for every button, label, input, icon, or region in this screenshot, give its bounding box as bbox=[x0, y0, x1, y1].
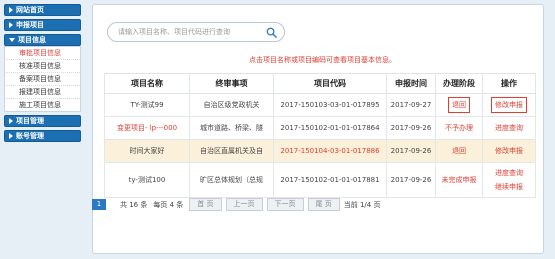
search-icon[interactable] bbox=[266, 27, 277, 38]
progress-query-link[interactable]: 进度查询 bbox=[495, 124, 523, 132]
sidebar-item-approval-info[interactable]: 审批项目信息 bbox=[5, 47, 80, 60]
table-row: 变更项目- lp---000 城市道路、桥梁、隧 2017-150102-01-… bbox=[104, 116, 536, 140]
progress-query-link[interactable]: 进度查询 bbox=[485, 166, 533, 180]
next-page-button[interactable]: 下一页 bbox=[266, 198, 304, 211]
nav-group-label: 项目信息 bbox=[18, 36, 46, 44]
nav-group-label: 网站首页 bbox=[16, 6, 44, 14]
project-code-text: 2017-150104-03-01-017886 bbox=[280, 147, 380, 155]
date-cell: 2017-09-27 bbox=[386, 93, 436, 117]
matter-cell: 旷区总体规划（总规 bbox=[189, 162, 274, 198]
expand-arrow-icon bbox=[9, 133, 13, 139]
per-page-count: 每页 4 条 bbox=[153, 200, 184, 209]
project-code-link[interactable]: 2017-150102-01-01-017864 bbox=[273, 116, 387, 140]
stage-badge: 退回 bbox=[448, 97, 470, 113]
matter-cell: 自治区直属机关及自 bbox=[189, 139, 274, 163]
nav-group-label: 账号管理 bbox=[16, 132, 44, 140]
project-code-link[interactable]: 2017-150103-03-01-017895 bbox=[273, 93, 387, 117]
page-position: 当前 1/4 页 bbox=[343, 200, 381, 209]
main-panel: 点击项目名称或项目编码可查看项目基本信息。 项目名称 终审事项 项目代码 申报时… bbox=[92, 4, 544, 254]
sidebar-item-construction-permit-info[interactable]: 报建项目信息 bbox=[5, 86, 80, 99]
stage-text: 退回 bbox=[452, 147, 466, 155]
expand-arrow-icon bbox=[9, 22, 13, 28]
actions-cell: 进度查询 继续申报 bbox=[482, 162, 536, 198]
column-header: 申报时间 bbox=[386, 73, 436, 94]
nav-group-label: 申报项目 bbox=[16, 21, 44, 29]
column-header: 终审事项 bbox=[189, 73, 274, 94]
stage-cell: 退回 bbox=[435, 139, 483, 163]
table-row: TY-测试99 自治区级党政机关 2017-150103-03-01-01789… bbox=[104, 93, 536, 117]
sidebar: 网站首页 申报项目 项目信息 审批项目信息 核准项目信息 备案项目信息 报建项目… bbox=[4, 4, 81, 145]
stage-text: 不予办理 bbox=[445, 124, 473, 132]
table-row: 时间大家好 自治区直属机关及自 2017-150104-03-01-017886… bbox=[104, 139, 536, 163]
date-cell: 2017-09-26 bbox=[386, 139, 436, 163]
nav-group-account-management[interactable]: 账号管理 bbox=[4, 130, 81, 142]
project-name-text: 变更项目- lp---000 bbox=[116, 124, 178, 132]
expand-arrow-icon bbox=[9, 118, 13, 124]
modify-submission-link[interactable]: 修改申报 bbox=[491, 97, 527, 113]
table-header-row: 项目名称 终审事项 项目代码 申报时间 办理阶段 操作 bbox=[104, 73, 536, 94]
project-info-submenu: 审批项目信息 核准项目信息 备案项目信息 报建项目信息 施工项目信息 bbox=[4, 46, 81, 112]
current-page-button[interactable]: 1 bbox=[92, 199, 106, 210]
stage-cell: 未完成申报 bbox=[435, 162, 483, 198]
project-table: 项目名称 终审事项 项目代码 申报时间 办理阶段 操作 TY-测试99 自治区级… bbox=[104, 73, 536, 198]
nav-group-home[interactable]: 网站首页 bbox=[4, 4, 81, 16]
matter-cell: 城市道路、桥梁、隧 bbox=[189, 116, 274, 140]
stage-text: 未完成申报 bbox=[441, 176, 477, 184]
last-page-button[interactable]: 尾 页 bbox=[307, 198, 340, 211]
total-count: 共 16 条 bbox=[120, 200, 148, 209]
project-code-link[interactable]: 2017-150104-03-01-017886 bbox=[273, 139, 387, 163]
continue-submission-link[interactable]: 继续申报 bbox=[485, 180, 533, 194]
first-page-button[interactable]: 首 页 bbox=[189, 198, 222, 211]
stage-cell: 不予办理 bbox=[435, 116, 483, 140]
column-header: 项目名称 bbox=[104, 73, 190, 94]
project-name-link[interactable]: 时间大家好 bbox=[104, 139, 190, 163]
expand-arrow-icon bbox=[9, 7, 13, 13]
table-row: ty-测试100 旷区总体规划（总规 2017-150102-01-01-017… bbox=[104, 162, 536, 198]
sidebar-item-construction-info[interactable]: 施工项目信息 bbox=[5, 99, 80, 111]
actions-cell: 修改申报 bbox=[482, 139, 536, 163]
actions-cell: 修改申报 bbox=[482, 93, 536, 117]
search-box bbox=[107, 22, 285, 42]
column-header: 操作 bbox=[482, 73, 536, 94]
project-name-link[interactable]: TY-测试99 bbox=[104, 93, 190, 117]
project-name-link[interactable]: 变更项目- lp---000 bbox=[104, 116, 190, 140]
pagination: 1 共 16 条 每页 4 条 首 页 上一页 下一页 尾 页 当前 1/4 页 bbox=[92, 198, 386, 211]
hint-text: 点击项目名称或项目编码可查看项目基本信息。 bbox=[249, 56, 396, 64]
sidebar-item-filing-info[interactable]: 备案项目信息 bbox=[5, 73, 80, 86]
prev-page-button[interactable]: 上一页 bbox=[225, 198, 263, 211]
date-cell: 2017-09-26 bbox=[386, 162, 436, 198]
column-header: 项目代码 bbox=[273, 73, 387, 94]
search-input[interactable] bbox=[118, 26, 263, 38]
nav-group-apply[interactable]: 申报项目 bbox=[4, 19, 81, 31]
nav-group-project-info[interactable]: 项目信息 bbox=[4, 34, 81, 46]
sidebar-item-verification-info[interactable]: 核准项目信息 bbox=[5, 60, 80, 73]
date-cell: 2017-09-26 bbox=[386, 116, 436, 140]
column-header: 办理阶段 bbox=[435, 73, 483, 94]
matter-cell: 自治区级党政机关 bbox=[189, 93, 274, 117]
actions-cell: 进度查询 bbox=[482, 116, 536, 140]
project-name-link[interactable]: ty-测试100 bbox=[104, 162, 190, 198]
collapse-arrow-icon bbox=[9, 38, 15, 42]
project-code-link[interactable]: 2017-150102-01-01-017881 bbox=[273, 162, 387, 198]
modify-submission-link[interactable]: 修改申报 bbox=[495, 147, 523, 155]
stage-cell: 退回 bbox=[435, 93, 483, 117]
nav-group-project-management[interactable]: 项目管理 bbox=[4, 115, 81, 127]
nav-group-label: 项目管理 bbox=[16, 117, 44, 125]
